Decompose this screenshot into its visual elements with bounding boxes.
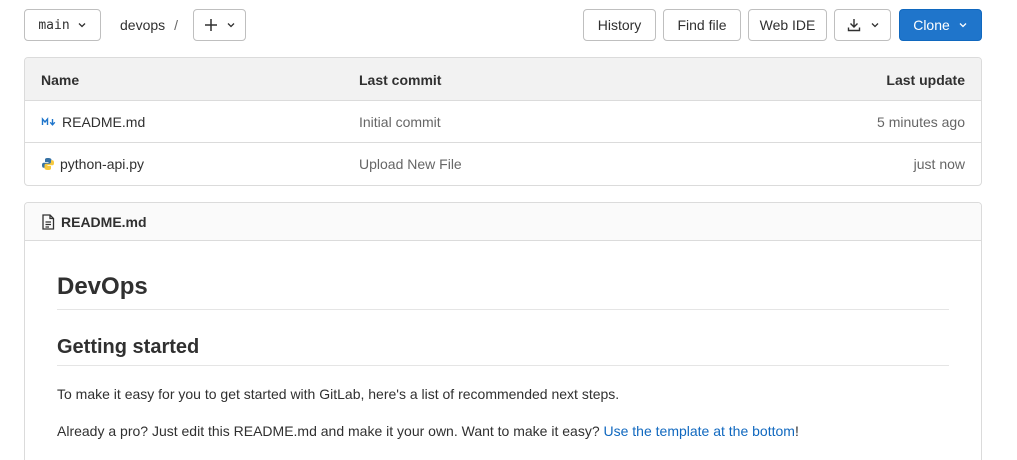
breadcrumb: devops / xyxy=(120,9,178,41)
table-row: README.md Initial commit 5 minutes ago xyxy=(25,101,981,143)
last-update-time: 5 minutes ago xyxy=(877,114,965,130)
clone-button[interactable]: Clone xyxy=(899,9,982,41)
file-icon xyxy=(42,213,55,230)
file-link[interactable]: README.md xyxy=(41,114,145,130)
readme-paragraph: Already a pro? Just edit this README.md … xyxy=(57,422,949,440)
repository-toolbar: main devops / History Find file Web IDE … xyxy=(24,9,982,41)
web-ide-button[interactable]: Web IDE xyxy=(748,9,827,41)
readme-paragraph: To make it easy for you to get started w… xyxy=(57,386,620,402)
download-button[interactable] xyxy=(834,9,891,41)
chevron-down-icon xyxy=(871,23,878,28)
last-update-time: just now xyxy=(913,156,965,172)
breadcrumb-project-link[interactable]: devops xyxy=(120,17,165,33)
readme-heading-1: DevOps xyxy=(57,273,949,310)
readme-heading-2: Getting started xyxy=(57,336,949,366)
clone-label: Clone xyxy=(913,17,950,33)
file-name: README.md xyxy=(62,114,146,130)
branch-selector-button[interactable]: main xyxy=(24,9,101,41)
history-button[interactable]: History xyxy=(583,9,656,41)
name-column-header: Name xyxy=(41,72,80,88)
readme-panel: README.md DevOps Getting started To make… xyxy=(24,202,982,460)
chevron-down-icon xyxy=(959,23,967,28)
file-tree-header: Name Last commit Last update xyxy=(25,58,981,101)
table-row: python-api.py Upload New File just now xyxy=(25,143,981,185)
branch-name: main xyxy=(38,17,70,33)
markdown-icon xyxy=(41,117,56,126)
find-file-button[interactable]: Find file xyxy=(663,9,741,41)
readme-header: README.md xyxy=(25,203,981,241)
commit-message-link[interactable]: Upload New File xyxy=(359,156,462,172)
file-link[interactable]: python-api.py xyxy=(41,156,144,172)
paragraph-end: ! xyxy=(794,423,799,439)
add-to-tree-button[interactable] xyxy=(193,9,246,41)
last-commit-column-header: Last commit xyxy=(359,72,442,88)
commit-message-link[interactable]: Initial commit xyxy=(359,114,441,130)
download-icon xyxy=(847,19,860,32)
readme-content: DevOps Getting started To make it easy f… xyxy=(25,273,981,440)
template-link[interactable]: Use the template at the bottom xyxy=(604,423,795,439)
paragraph-text: Already a pro? Just edit this README.md … xyxy=(57,423,604,439)
file-tree-table: Name Last commit Last update README.md I… xyxy=(24,57,982,186)
plus-icon xyxy=(204,19,217,31)
readme-title: README.md xyxy=(61,213,147,230)
breadcrumb-separator: / xyxy=(174,17,179,33)
last-update-column-header: Last update xyxy=(886,72,965,88)
chevron-down-icon xyxy=(227,23,234,28)
python-icon xyxy=(42,158,54,170)
file-name: python-api.py xyxy=(60,156,145,172)
chevron-down-icon xyxy=(78,23,86,28)
